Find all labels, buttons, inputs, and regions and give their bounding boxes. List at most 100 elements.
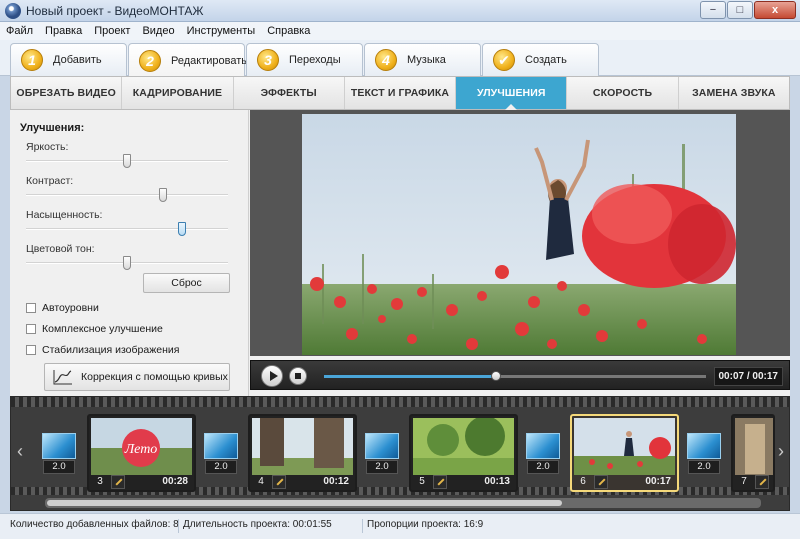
storyboard-timeline: ‹ › 2.0 Лето 3 00:28 2.0 4 00:12 2.0 5 0… (10, 396, 790, 511)
play-icon[interactable] (261, 365, 283, 387)
step-tabs: 1 Добавить 2 Редактировать 3 Переходы 4 … (0, 40, 800, 77)
panel-title: Улучшения: (20, 122, 85, 134)
clip-card[interactable]: 5 00:13 (409, 414, 518, 492)
step-label: Создать (525, 54, 567, 66)
clip-thumbnail (574, 418, 675, 475)
step-edit[interactable]: 2 Редактировать (128, 43, 247, 77)
checkbox-box[interactable] (26, 345, 36, 355)
tab-speed[interactable]: СКОРОСТЬ (567, 77, 679, 109)
contrast-slider[interactable] (26, 188, 228, 202)
status-file-count: Количество добавленных файлов: 8 (10, 519, 179, 530)
clip-thumbnail: Лето (91, 418, 192, 475)
minimize-button[interactable]: − (700, 1, 726, 19)
step-number-badge: 3 (257, 49, 279, 71)
transition-tile[interactable]: 2.0 (203, 433, 239, 475)
tab-enhancements[interactable]: УЛУЧШЕНИЯ (456, 77, 568, 110)
stabilization-checkbox[interactable]: Стабилизация изображения (26, 344, 179, 356)
step-label: Добавить (53, 54, 102, 66)
maximize-button[interactable]: □ (727, 1, 753, 19)
status-duration: Длительность проекта: 00:01:55 (178, 519, 332, 533)
edit-pencil-icon[interactable] (594, 474, 608, 489)
edit-pencil-icon[interactable] (111, 474, 125, 489)
step-music[interactable]: 4 Музыка (364, 43, 481, 76)
tab-effects[interactable]: ЭФФЕКТЫ (234, 77, 345, 109)
clip-card[interactable]: Лето 3 00:28 (87, 414, 196, 492)
curves-button[interactable]: Коррекция с помощью кривых (44, 363, 230, 391)
seek-bar[interactable] (324, 371, 706, 381)
checkbox-label: Стабилизация изображения (42, 344, 180, 356)
brightness-slider[interactable] (26, 154, 228, 168)
edit-pencil-icon[interactable] (433, 474, 447, 489)
timeline-scrollbar[interactable] (45, 498, 761, 508)
clip-index: 3 (97, 476, 103, 487)
clip-card-selected[interactable]: 6 00:17 (570, 414, 679, 492)
step-number-badge: 4 (375, 49, 397, 71)
time-display: 00:07 / 00:17 (713, 367, 783, 386)
timeline-scroll-thumb[interactable] (47, 500, 562, 506)
curve-icon (53, 370, 72, 385)
menu-help[interactable]: Справка (267, 25, 310, 37)
filmstrip-top (11, 397, 789, 407)
menu-video[interactable]: Видео (142, 25, 174, 37)
tab-trim-video[interactable]: ОБРЕЗАТЬ ВИДЕО (11, 77, 123, 109)
transition-duration: 2.0 (688, 460, 720, 474)
saturation-slider-thumb[interactable] (177, 222, 186, 236)
step-label: Музыка (407, 54, 446, 66)
transition-tile[interactable]: 2.0 (686, 433, 722, 475)
step-label: Переходы (289, 54, 341, 66)
edit-pencil-icon[interactable] (755, 474, 769, 489)
app-logo-icon (5, 3, 21, 19)
transition-tile[interactable]: 2.0 (41, 433, 77, 475)
transition-tile[interactable]: 2.0 (364, 433, 400, 475)
checkbox-box[interactable] (26, 303, 36, 313)
seek-thumb[interactable] (490, 371, 501, 381)
step-add[interactable]: 1 Добавить (10, 43, 127, 76)
clip-duration: 00:12 (323, 476, 349, 487)
clip-duration: 00:28 (162, 476, 188, 487)
menu-bar: Файл Правка Проект Видео Инструменты Спр… (0, 22, 800, 40)
edit-pencil-icon[interactable] (272, 474, 286, 489)
window-controls: − □ x (700, 1, 796, 19)
checkbox-box[interactable] (26, 324, 36, 334)
checkbox-label: Комплексное улучшение (42, 323, 163, 335)
clip-overlay-text: Лето (124, 442, 158, 457)
clip-card[interactable]: 4 00:12 (248, 414, 357, 492)
tab-crop[interactable]: КАДРИРОВАНИЕ (122, 77, 234, 109)
contrast-slider-thumb[interactable] (159, 188, 168, 202)
complex-enhance-checkbox[interactable]: Комплексное улучшение (26, 323, 163, 335)
tab-text-graphics[interactable]: ТЕКСТ И ГРАФИКА (345, 77, 457, 109)
hue-label: Цветовой тон: (26, 243, 95, 255)
menu-tools[interactable]: Инструменты (187, 25, 256, 37)
step-number-badge: 2 (139, 49, 161, 72)
close-button[interactable]: x (754, 1, 796, 19)
clip-card[interactable]: 7 (731, 414, 775, 492)
step-create[interactable]: ✔ Создать (482, 43, 599, 76)
scroll-right-icon[interactable]: › (774, 433, 788, 469)
brightness-slider-thumb[interactable] (123, 154, 131, 168)
reset-button[interactable]: Сброс (143, 273, 230, 293)
scroll-left-icon[interactable]: ‹ (13, 433, 27, 469)
editor-main: Улучшения: Яркость: Контраст: Насыщеннос… (10, 110, 790, 396)
clip-thumbnail (413, 418, 514, 475)
hue-slider[interactable] (26, 256, 228, 270)
enhancements-panel: Улучшения: Яркость: Контраст: Насыщеннос… (10, 110, 249, 396)
transition-tile[interactable]: 2.0 (525, 433, 561, 475)
saturation-slider[interactable] (26, 222, 228, 236)
title-bar: Новый проект - ВидеоМОНТАЖ − □ x (0, 0, 800, 22)
menu-project[interactable]: Проект (94, 25, 130, 37)
menu-file[interactable]: Файл (6, 25, 33, 37)
auto-levels-checkbox[interactable]: Автоуровни (26, 302, 99, 314)
step-label: Редактировать (171, 54, 247, 67)
seek-progress (324, 375, 496, 378)
checkmark-icon: ✔ (493, 49, 515, 71)
hue-slider-thumb[interactable] (123, 256, 131, 270)
tab-audio-replace[interactable]: ЗАМЕНА ЗВУКА (679, 77, 789, 109)
step-transitions[interactable]: 3 Переходы (246, 43, 363, 76)
clip-thumbnail (252, 418, 353, 475)
stop-icon[interactable] (289, 367, 307, 385)
contrast-label: Контраст: (26, 175, 74, 187)
brightness-label: Яркость: (26, 141, 69, 153)
preview-image (302, 114, 736, 355)
menu-edit[interactable]: Правка (45, 25, 82, 37)
status-bar: Количество добавленных файлов: 8 Длитель… (0, 513, 800, 539)
